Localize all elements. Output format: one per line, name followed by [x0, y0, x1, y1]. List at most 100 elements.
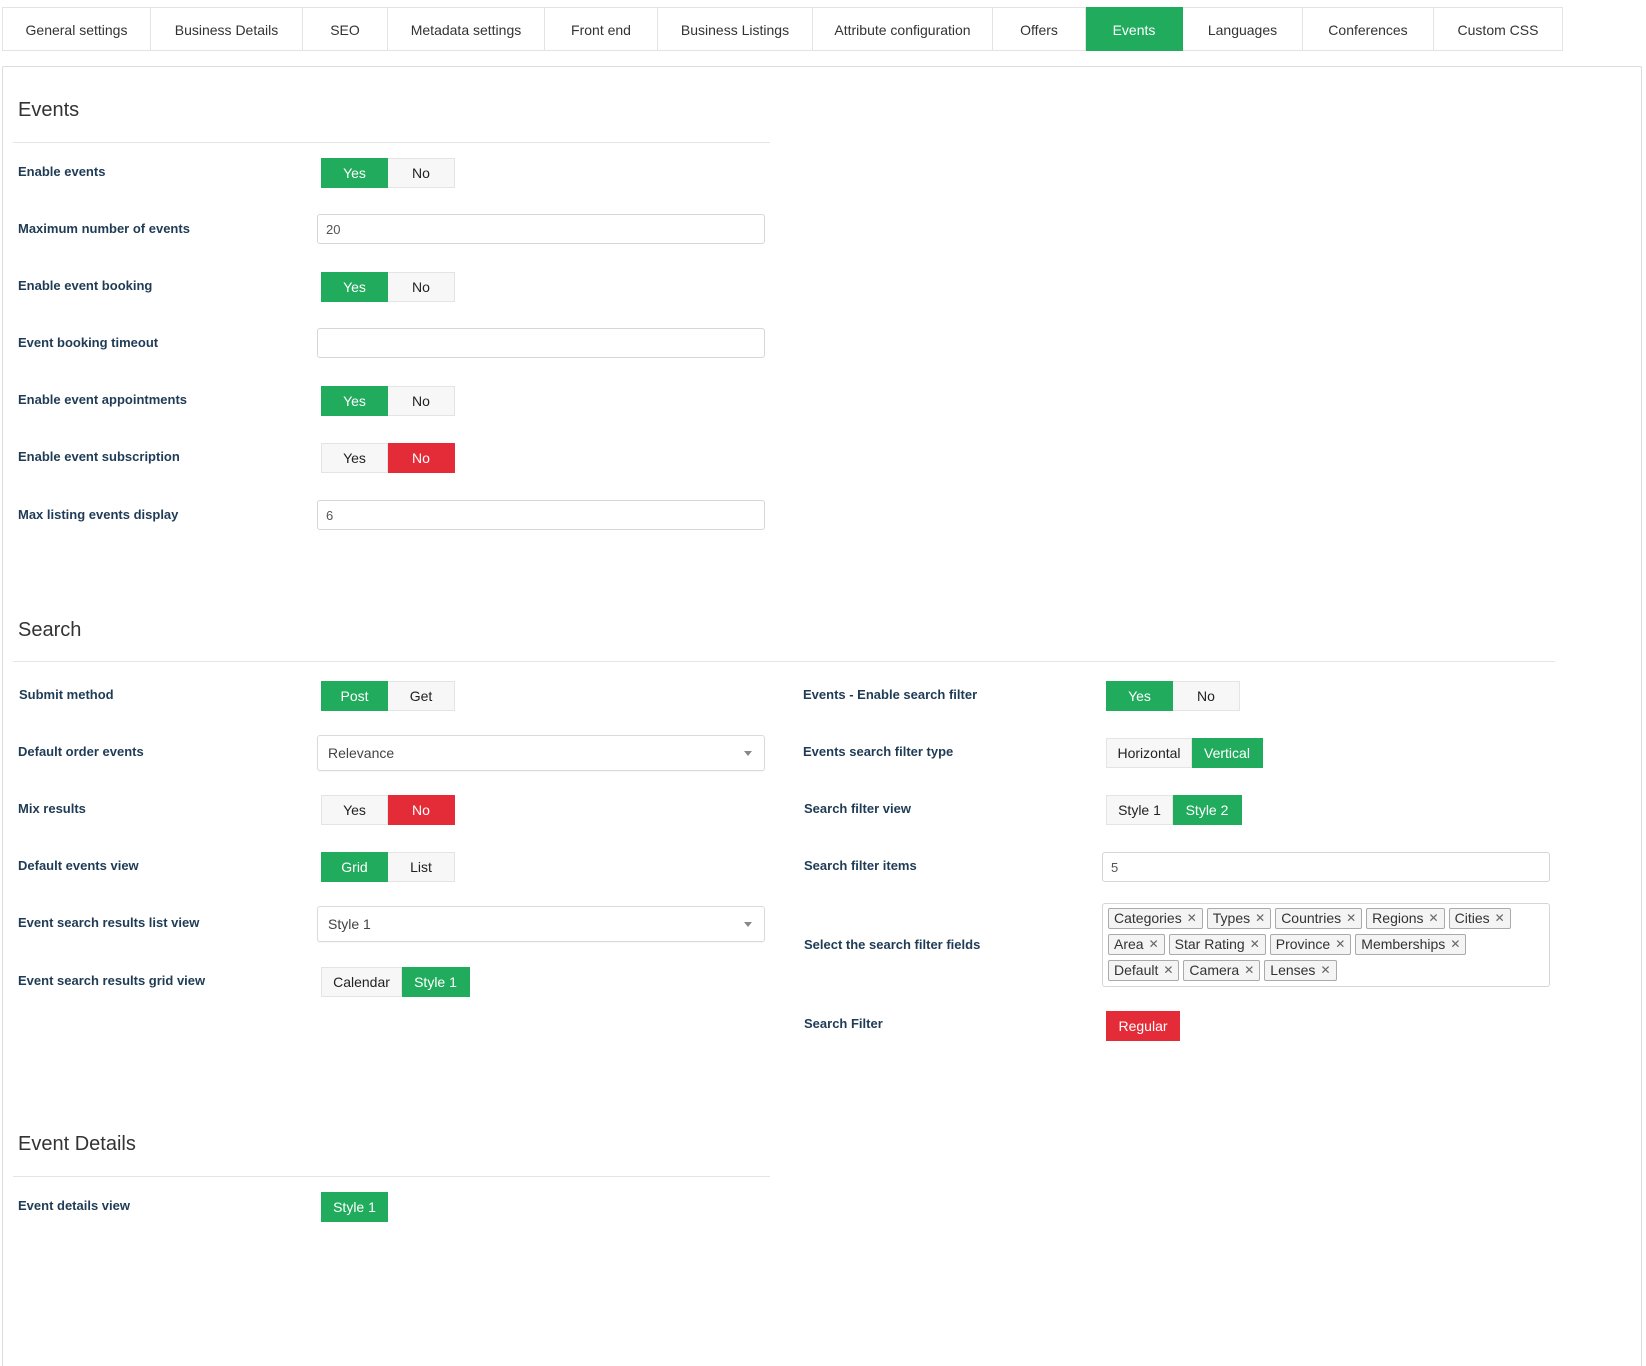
results-grid-view-calendar-button[interactable]: Calendar — [321, 967, 402, 997]
submit-method-toggle: Post Get — [321, 681, 455, 711]
tag-countries: Countries ✕ — [1275, 908, 1363, 929]
filter-fields-label: Select the search filter fields — [804, 937, 981, 952]
enable-search-filter-label: Events - Enable search filter — [803, 687, 978, 702]
enable-events-toggle: Yes No — [321, 158, 455, 188]
remove-icon[interactable]: ✕ — [1255, 909, 1265, 928]
tag-label: Memberships — [1361, 936, 1446, 952]
remove-icon[interactable]: ✕ — [1429, 909, 1439, 928]
tab-general-settings[interactable]: General settings — [2, 7, 151, 51]
remove-icon[interactable]: ✕ — [1163, 961, 1173, 980]
tag-regions: Regions ✕ — [1366, 908, 1445, 929]
tag-label: Default — [1114, 962, 1159, 978]
details-view-toggle: Style 1 — [321, 1192, 388, 1222]
enable-appointments-label: Enable event appointments — [18, 392, 188, 407]
remove-icon[interactable]: ✕ — [1346, 909, 1356, 928]
default-order-label: Default order events — [18, 744, 144, 759]
tab-business-listings[interactable]: Business Listings — [658, 7, 813, 51]
tag-label: Star Rating — [1174, 936, 1245, 952]
search-section-title: Search — [18, 619, 82, 641]
enable-subscription-no-button[interactable]: No — [388, 443, 455, 473]
enable-events-no-button[interactable]: No — [388, 158, 455, 188]
search-filter-regular-button[interactable]: Regular — [1106, 1011, 1180, 1041]
enable-events-label: Enable events — [18, 164, 106, 179]
remove-icon[interactable]: ✕ — [1250, 935, 1260, 954]
results-list-view-select[interactable]: Style 1 — [317, 906, 765, 942]
details-view-style1-button[interactable]: Style 1 — [321, 1192, 388, 1222]
remove-icon[interactable]: ✕ — [1244, 961, 1254, 980]
enable-search-filter-no-button[interactable]: No — [1173, 681, 1240, 711]
tag-types: Types ✕ — [1206, 908, 1272, 929]
filter-items-label: Search filter items — [804, 858, 917, 873]
tag-label: Area — [1114, 936, 1144, 952]
filter-view-style2-button[interactable]: Style 2 — [1173, 795, 1242, 825]
remove-icon[interactable]: ✕ — [1149, 935, 1159, 954]
filter-items-input[interactable] — [1102, 852, 1550, 882]
filter-type-vertical-button[interactable]: Vertical — [1192, 738, 1263, 768]
tag-label: Types — [1212, 910, 1251, 926]
default-view-list-button[interactable]: List — [388, 852, 455, 882]
search-section-divider — [13, 661, 1555, 662]
tag-label: Camera — [1189, 962, 1240, 978]
enable-search-filter-toggle: Yes No — [1106, 681, 1240, 711]
results-grid-view-style1-button[interactable]: Style 1 — [402, 967, 470, 997]
filter-view-style1-button[interactable]: Style 1 — [1106, 795, 1173, 825]
tag-categories: Categories ✕ — [1108, 908, 1203, 929]
enable-booking-no-button[interactable]: No — [388, 272, 455, 302]
tag-label: Lenses — [1270, 962, 1316, 978]
tag-province: Province ✕ — [1269, 934, 1352, 955]
search-filter-toggle: Regular — [1106, 1011, 1180, 1041]
filter-type-horizontal-button[interactable]: Horizontal — [1106, 738, 1192, 768]
mix-results-no-button[interactable]: No — [388, 795, 455, 825]
max-events-input[interactable] — [317, 214, 765, 244]
remove-icon[interactable]: ✕ — [1495, 909, 1505, 928]
remove-icon[interactable]: ✕ — [1450, 935, 1460, 954]
tab-seo[interactable]: SEO — [303, 7, 388, 51]
remove-icon[interactable]: ✕ — [1320, 961, 1330, 980]
tab-languages[interactable]: Languages — [1183, 7, 1303, 51]
enable-booking-yes-button[interactable]: Yes — [321, 272, 388, 302]
events-section-divider — [13, 142, 770, 143]
enable-appointments-yes-button[interactable]: Yes — [321, 386, 388, 416]
tab-events[interactable]: Events — [1086, 7, 1183, 51]
booking-timeout-input[interactable] — [317, 328, 765, 358]
filter-view-toggle: Style 1 Style 2 — [1106, 795, 1242, 825]
enable-events-yes-button[interactable]: Yes — [321, 158, 388, 188]
enable-subscription-yes-button[interactable]: Yes — [321, 443, 388, 473]
tab-metadata-settings[interactable]: Metadata settings — [388, 7, 545, 51]
events-section-title: Events — [18, 99, 80, 121]
tag-label: Cities — [1454, 910, 1490, 926]
tab-conferences[interactable]: Conferences — [1303, 7, 1434, 51]
default-order-select[interactable]: Relevance — [317, 735, 765, 771]
submit-method-post-button[interactable]: Post — [321, 681, 388, 711]
filter-fields-multiselect[interactable]: Categories ✕ Types ✕ Countries ✕ Regions ✕ C… — [1102, 903, 1550, 987]
results-grid-view-label: Event search results grid view — [18, 973, 206, 988]
chevron-down-icon — [744, 751, 752, 756]
tag-cities: Cities ✕ — [1448, 908, 1511, 929]
tag-lenses: Lenses ✕ — [1264, 960, 1337, 981]
default-view-grid-button[interactable]: Grid — [321, 852, 388, 882]
mix-results-yes-button[interactable]: Yes — [321, 795, 388, 825]
enable-booking-toggle: Yes No — [321, 272, 455, 302]
settings-panel: Events Enable events Yes No Maximum numb… — [2, 66, 1642, 1366]
details-view-label: Event details view — [18, 1198, 130, 1213]
tag-area: Area ✕ — [1108, 934, 1165, 955]
default-order-value: Relevance — [328, 745, 395, 761]
results-grid-view-toggle: Calendar Style 1 — [321, 967, 470, 997]
results-list-view-label: Event search results list view — [18, 915, 200, 930]
tab-business-details[interactable]: Business Details — [151, 7, 303, 51]
enable-appointments-no-button[interactable]: No — [388, 386, 455, 416]
tab-custom-css[interactable]: Custom CSS — [1434, 7, 1563, 51]
max-listing-display-label: Max listing events display — [18, 507, 179, 522]
tag-label: Countries — [1281, 910, 1342, 926]
remove-icon[interactable]: ✕ — [1335, 935, 1345, 954]
enable-booking-label: Enable event booking — [18, 278, 153, 293]
tab-front-end[interactable]: Front end — [545, 7, 658, 51]
mix-results-toggle: Yes No — [321, 795, 455, 825]
mix-results-label: Mix results — [18, 801, 86, 816]
max-listing-display-input[interactable] — [317, 500, 765, 530]
remove-icon[interactable]: ✕ — [1187, 909, 1197, 928]
submit-method-get-button[interactable]: Get — [388, 681, 455, 711]
tab-attribute-configuration[interactable]: Attribute configuration — [813, 7, 993, 51]
enable-search-filter-yes-button[interactable]: Yes — [1106, 681, 1173, 711]
tab-offers[interactable]: Offers — [993, 7, 1086, 51]
